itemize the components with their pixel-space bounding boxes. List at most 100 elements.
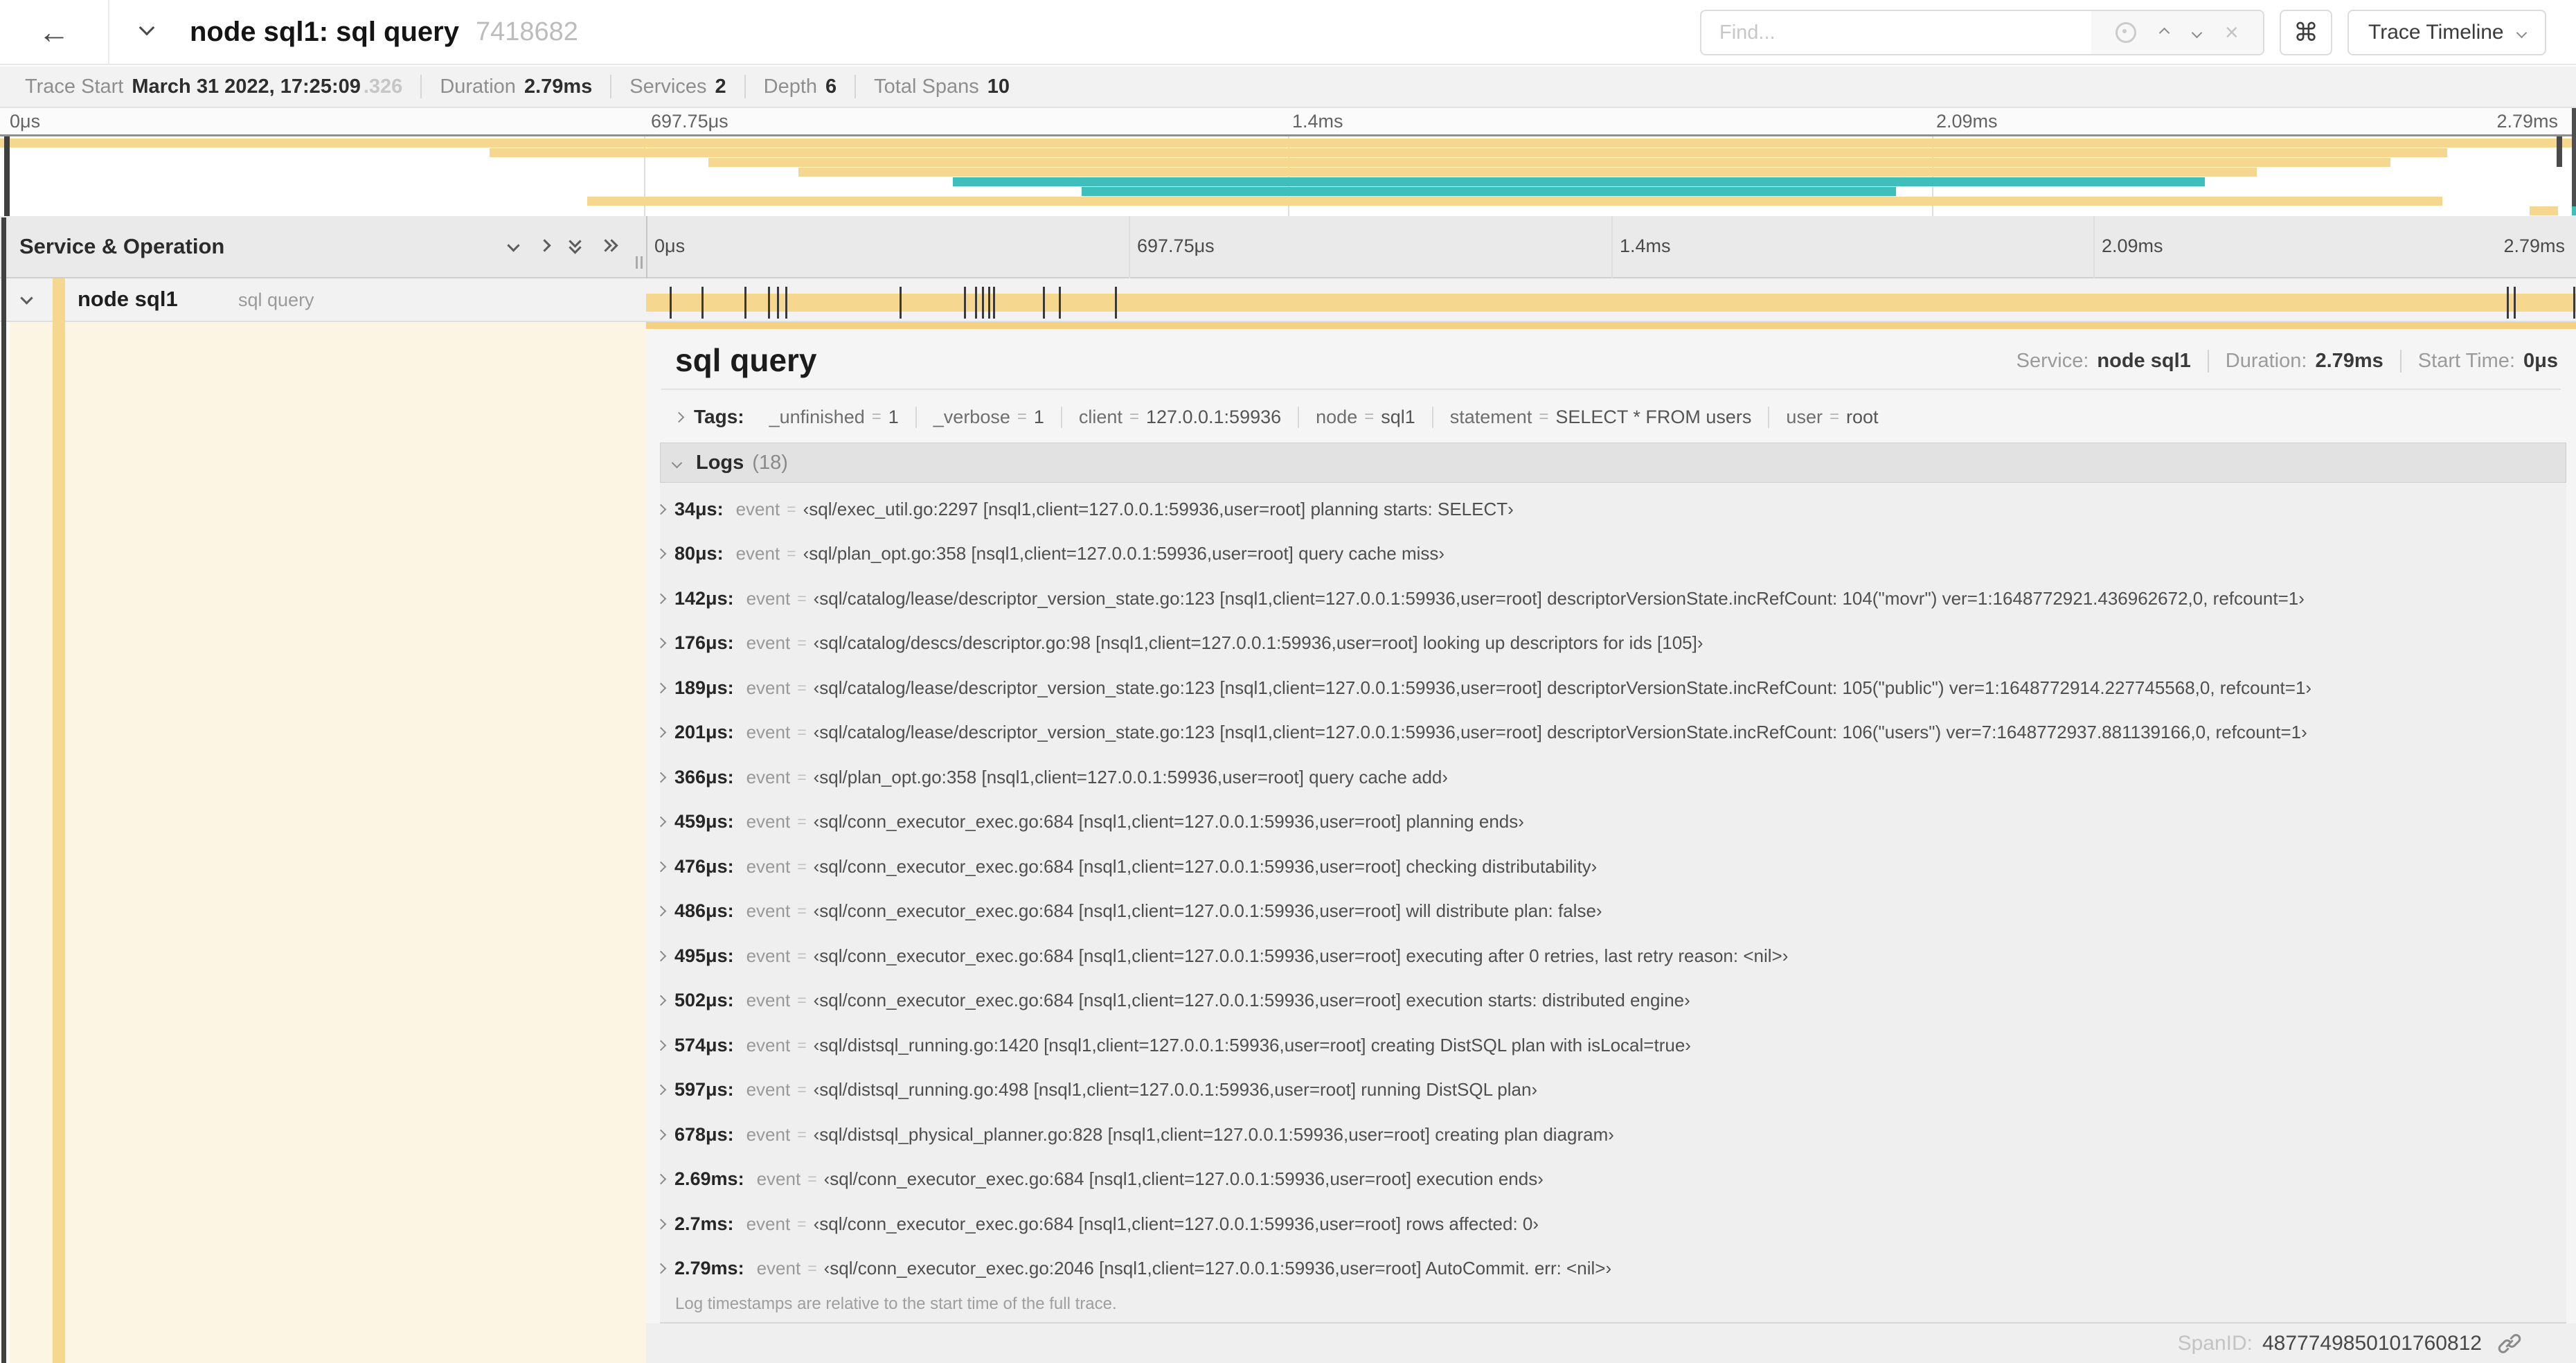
logs-count: (18) bbox=[752, 451, 788, 474]
log-entry[interactable]: 597μs: event = ‹sql/distsql_running.go:498 … bbox=[653, 1075, 2576, 1105]
chevron-right-icon bbox=[655, 682, 667, 693]
row-collapse-icon[interactable] bbox=[20, 292, 33, 305]
expand-all-icon[interactable] bbox=[599, 239, 618, 258]
log-timestamp: 34μs: bbox=[674, 498, 724, 519]
tag-value: sql1 bbox=[1381, 406, 1415, 427]
equals-sign: = bbox=[1129, 407, 1139, 426]
log-entry[interactable]: 34μs: event = ‹sql/exec_util.go:2297 [nsql1… bbox=[653, 494, 2576, 524]
span-row-node-sql1[interactable]: node sql1 sql query bbox=[0, 278, 2576, 322]
equals-sign: = bbox=[797, 1080, 807, 1098]
log-entry[interactable]: 2.69ms: event = ‹sql/conn_executor_exec.go:… bbox=[653, 1164, 2576, 1195]
log-field: event bbox=[746, 632, 791, 653]
log-entry[interactable]: 486μs: event = ‹sql/conn_executor_exec.go:6… bbox=[653, 896, 2576, 927]
span-detail-card: sql query Service: node sql1 Duration: 2… bbox=[646, 322, 2576, 1363]
equals-sign: = bbox=[797, 902, 807, 920]
back-arrow-icon: ← bbox=[38, 14, 70, 50]
log-marker-ticks bbox=[646, 278, 2576, 322]
log-entry[interactable]: 80μs: event = ‹sql/plan_opt.go:358 [nsql1,c… bbox=[653, 539, 2576, 569]
collapse-one-icon[interactable] bbox=[507, 239, 520, 252]
equals-sign: = bbox=[1017, 407, 1027, 426]
trace-duration: Duration 2.79ms bbox=[422, 75, 612, 98]
log-entry[interactable]: 678μs: event = ‹sql/distsql_physical_planne… bbox=[653, 1119, 2576, 1150]
equals-sign: = bbox=[797, 857, 807, 875]
log-value: ‹sql/catalog/lease/descriptor_version_st… bbox=[813, 677, 2312, 698]
log-entry[interactable]: 574μs: event = ‹sql/distsql_running.go:1420… bbox=[653, 1030, 2576, 1060]
log-entry[interactable]: 201μs: event = ‹sql/catalog/lease/descripto… bbox=[653, 718, 2576, 748]
logs-accordion-header[interactable]: Logs (18) bbox=[660, 443, 2566, 483]
log-entry[interactable]: 2.79ms: event = ‹sql/conn_executor_exec.go:… bbox=[653, 1254, 2576, 1284]
trace-summary-bar: Trace Start March 31 2022, 17:25:09.326 … bbox=[0, 66, 2576, 108]
log-marker-tick bbox=[2514, 287, 2516, 319]
chevron-right-icon bbox=[655, 1218, 667, 1229]
log-field: event bbox=[746, 945, 791, 966]
log-marker-tick bbox=[701, 287, 704, 319]
log-entry[interactable]: 189μs: event = ‹sql/catalog/lease/descripto… bbox=[653, 672, 2576, 703]
trace-collapse-icon[interactable] bbox=[138, 19, 155, 36]
chevron-right-icon bbox=[655, 548, 667, 560]
tag-item: node = sql1 bbox=[1298, 406, 1432, 428]
log-entry[interactable]: 142μs: event = ‹sql/catalog/lease/descripto… bbox=[653, 583, 2576, 614]
log-marker-tick bbox=[1043, 287, 1046, 319]
equals-sign: = bbox=[1364, 407, 1375, 426]
back-button[interactable]: ← bbox=[0, 0, 109, 64]
tags-list: _unfinished = 1 _verbose = 1 client = 127.0.0.1:… bbox=[753, 406, 1895, 428]
chevron-right-icon bbox=[655, 772, 667, 783]
equals-sign: = bbox=[797, 1035, 807, 1054]
chevron-right-icon bbox=[655, 1173, 667, 1185]
log-entry[interactable]: 495μs: event = ‹sql/conn_executor_exec.go:6… bbox=[653, 941, 2576, 971]
minimap-left-scrubber[interactable] bbox=[4, 136, 10, 217]
find-next-icon[interactable] bbox=[2191, 27, 2202, 38]
expand-one-icon[interactable] bbox=[538, 239, 551, 252]
trace-services: Services 2 bbox=[611, 75, 746, 98]
log-entry[interactable]: 459μs: event = ‹sql/conn_executor_exec.go:6… bbox=[653, 807, 2576, 837]
log-field: event bbox=[746, 1123, 791, 1145]
tag-value: root bbox=[1845, 406, 1879, 427]
equals-sign: = bbox=[787, 499, 796, 518]
log-marker-tick bbox=[785, 287, 787, 319]
ruler-tick-label: 2.09ms bbox=[2102, 235, 2163, 256]
find-clear-icon[interactable]: × bbox=[2225, 21, 2239, 44]
log-field: event bbox=[746, 722, 791, 742]
chevron-right-icon bbox=[655, 593, 667, 604]
column-resize-grip[interactable] bbox=[634, 256, 644, 269]
log-entry[interactable]: 2.7ms: event = ‹sql/conn_executor_exec.go:6… bbox=[653, 1209, 2576, 1239]
tag-item: _unfinished = 1 bbox=[753, 407, 915, 428]
tag-item: user = root bbox=[1768, 406, 1895, 428]
tags-accordion[interactable]: Tags: _unfinished = 1 _verbose = 1 client = 127.… bbox=[673, 397, 1895, 437]
tag-item: client = 127.0.0.1:59936 bbox=[1060, 406, 1298, 428]
log-entry[interactable]: 502μs: event = ‹sql/conn_executor_exec.go:6… bbox=[653, 986, 2576, 1016]
log-timestamp: 2.79ms: bbox=[674, 1258, 744, 1279]
log-marker-tick bbox=[1059, 287, 1062, 319]
trace-view-selector[interactable]: Trace Timeline bbox=[2347, 10, 2546, 55]
log-timestamp: 574μs: bbox=[674, 1034, 734, 1055]
timeline-minimap[interactable] bbox=[0, 134, 2576, 219]
log-field: event bbox=[746, 990, 791, 1010]
locate-icon[interactable] bbox=[2116, 22, 2137, 43]
log-marker-tick bbox=[993, 287, 996, 319]
keyboard-shortcuts-button[interactable]: ⌘ bbox=[2280, 10, 2332, 55]
deep-link-icon[interactable] bbox=[2497, 1331, 2522, 1356]
log-marker-tick bbox=[982, 287, 985, 319]
chevron-right-icon bbox=[655, 905, 667, 917]
span-color-accent-stripe bbox=[53, 278, 65, 1363]
find-prev-icon[interactable] bbox=[2159, 27, 2170, 38]
log-timestamp: 678μs: bbox=[674, 1123, 734, 1145]
collapse-all-icon[interactable] bbox=[569, 235, 582, 254]
find-input[interactable] bbox=[1701, 11, 2091, 54]
equals-sign: = bbox=[797, 723, 807, 741]
log-entry[interactable]: 366μs: event = ‹sql/plan_opt.go:358 [nsql1,… bbox=[653, 762, 2576, 792]
tag-key: _verbose bbox=[933, 406, 1010, 427]
equals-sign: = bbox=[787, 544, 796, 562]
log-timestamp: 2.7ms: bbox=[674, 1213, 734, 1234]
log-entry[interactable]: 476μs: event = ‹sql/conn_executor_exec.go:6… bbox=[653, 851, 2576, 882]
tag-key: node bbox=[1316, 406, 1358, 427]
find-controls: × bbox=[2091, 11, 2263, 54]
chevron-right-icon bbox=[655, 1084, 667, 1096]
log-value: ‹sql/conn_executor_exec.go:684 [nsql1,cl… bbox=[813, 990, 1690, 1010]
tree-indent-guide bbox=[1, 217, 6, 1363]
minimap-right-scrubber[interactable] bbox=[2557, 136, 2562, 167]
log-entry[interactable]: 176μs: event = ‹sql/catalog/descs/descripto… bbox=[653, 628, 2576, 659]
span-operation-name: sql query bbox=[238, 289, 314, 310]
log-value: ‹sql/conn_executor_exec.go:684 [nsql1,cl… bbox=[813, 855, 1598, 877]
log-field: event bbox=[746, 1034, 791, 1055]
